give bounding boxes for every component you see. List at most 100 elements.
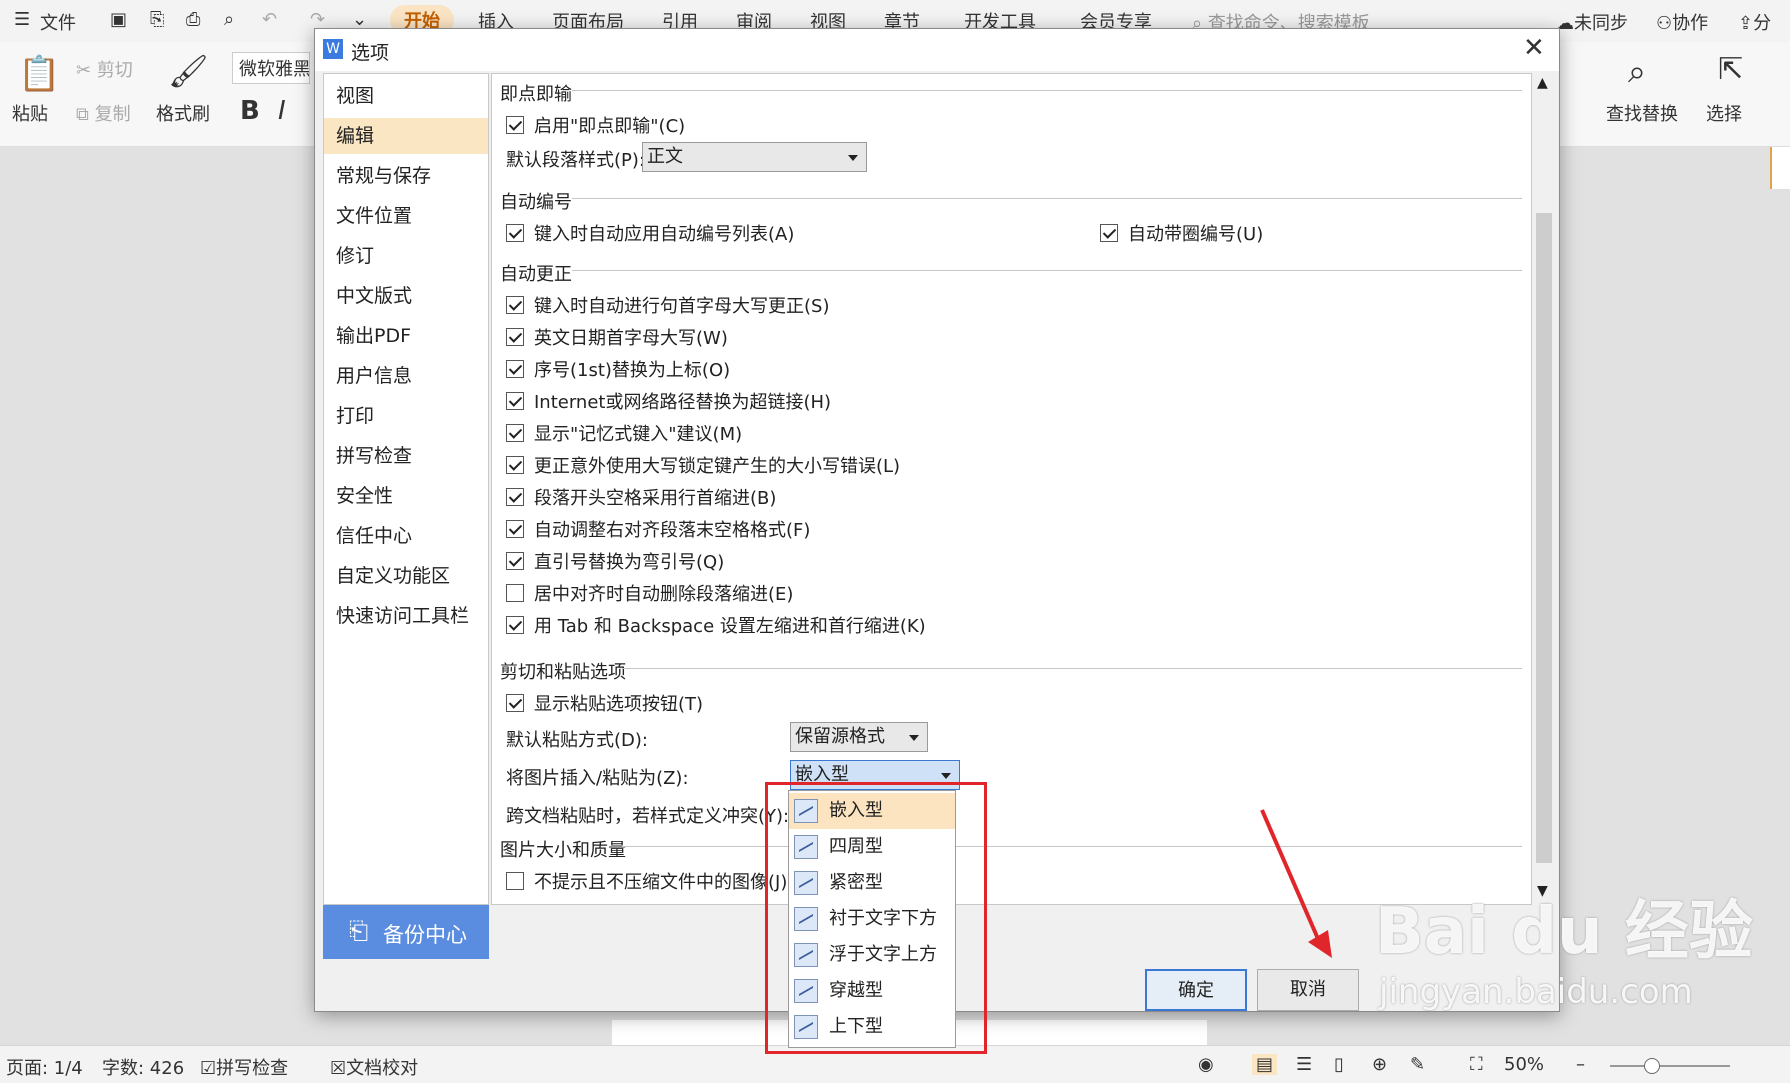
- checkbox[interactable]: [506, 296, 524, 314]
- zoom-slider-thumb[interactable]: [1644, 1058, 1660, 1074]
- copy-button[interactable]: ⧉ 复制: [76, 100, 131, 126]
- web-view-icon[interactable]: ⊕: [1372, 1054, 1387, 1075]
- nav-spell-check[interactable]: 拼写检查: [324, 438, 488, 474]
- user-add-icon: ⚇: [1656, 13, 1673, 34]
- watermark-brand: Bai du 经验: [1375, 895, 1753, 969]
- default-style-select[interactable]: 正文: [642, 142, 867, 172]
- sync-status[interactable]: ☁未同步: [1556, 9, 1628, 35]
- checkbox[interactable]: [506, 520, 524, 538]
- default-paste-select[interactable]: 保留源格式: [790, 722, 928, 752]
- checkbox[interactable]: [506, 872, 524, 890]
- word-count[interactable]: 字数: 426: [102, 1054, 184, 1080]
- export-icon[interactable]: ⎘: [150, 9, 164, 30]
- vertical-scrollbar[interactable]: ▲ ▼: [1533, 73, 1555, 905]
- baidu-watermark: Bai du 经验 jingyan.baidu.com: [1375, 880, 1785, 1040]
- checkbox[interactable]: [506, 424, 524, 442]
- page-view-icon[interactable]: ▤: [1252, 1054, 1278, 1075]
- cut-button[interactable]: ✂ 剪切: [76, 56, 133, 82]
- annotation-highlight-box: [765, 782, 987, 1054]
- checkbox[interactable]: [506, 552, 524, 570]
- nav-customize-ribbon[interactable]: 自定义功能区: [324, 558, 488, 594]
- section-title: 自动更正: [500, 264, 572, 285]
- checkbox[interactable]: [506, 584, 524, 602]
- checkbox[interactable]: [506, 392, 524, 410]
- share-icon: ⇪: [1738, 13, 1754, 34]
- checkbox-label: 键入时自动进行句首字母大写更正(S): [534, 296, 830, 317]
- checkbox-label: 用 Tab 和 Backspace 设置左缩进和首行缩进(K): [534, 616, 926, 637]
- nav-file-location[interactable]: 文件位置: [324, 198, 488, 234]
- proof-status[interactable]: ☒文档校对: [330, 1054, 418, 1080]
- share-button[interactable]: ⇪分: [1738, 9, 1771, 35]
- find-replace-button[interactable]: 查找替换: [1606, 100, 1678, 126]
- zoom-out-button[interactable]: –: [1576, 1054, 1585, 1075]
- nav-view[interactable]: 视图: [324, 78, 488, 114]
- paste-button[interactable]: 粘贴: [12, 100, 48, 126]
- page-indicator[interactable]: 页面: 1/4: [6, 1054, 83, 1080]
- fit-icon[interactable]: ⛶: [1470, 1054, 1483, 1075]
- undo-icon[interactable]: ↶: [262, 9, 277, 30]
- italic-button[interactable]: I: [278, 96, 286, 126]
- ok-button[interactable]: 确定: [1145, 969, 1247, 1011]
- nav-general-save[interactable]: 常规与保存: [324, 158, 488, 194]
- select-value: 正文: [647, 146, 683, 167]
- font-name-select[interactable]: 微软雅黑: [232, 52, 310, 84]
- nav-quick-access[interactable]: 快速访问工具栏: [324, 598, 488, 634]
- checkbox[interactable]: [506, 694, 524, 712]
- checkbox[interactable]: [506, 116, 524, 134]
- wps-logo-icon: W: [323, 39, 343, 59]
- eye-icon[interactable]: ◉: [1198, 1054, 1214, 1075]
- nav-trust-center[interactable]: 信任中心: [324, 518, 488, 554]
- cross-doc-label: 跨文档粘贴时，若样式定义冲突(Y):: [506, 806, 790, 827]
- select-button[interactable]: 选择: [1706, 100, 1742, 126]
- nav-user-info[interactable]: 用户信息: [324, 358, 488, 394]
- nav-chinese-layout[interactable]: 中文版式: [324, 278, 488, 314]
- side-panel-tab[interactable]: [1770, 147, 1790, 189]
- brush-icon[interactable]: 🖌: [168, 52, 209, 90]
- file-menu[interactable]: 文件: [40, 9, 76, 35]
- backup-center-button[interactable]: ⎗ 备份中心: [323, 905, 489, 959]
- cursor-icon[interactable]: ⇱: [1718, 52, 1743, 87]
- section-title: 剪切和粘贴选项: [500, 662, 626, 683]
- print-icon[interactable]: ⎙: [186, 9, 200, 30]
- redo-icon[interactable]: ↷: [310, 9, 325, 30]
- backup-label: 备份中心: [383, 923, 467, 947]
- pen-icon[interactable]: ✎: [1410, 1054, 1425, 1075]
- hamburger-icon[interactable]: ☰: [14, 9, 30, 30]
- nav-export-pdf[interactable]: 输出PDF: [324, 318, 488, 354]
- scroll-thumb[interactable]: [1536, 213, 1552, 863]
- checkbox[interactable]: [506, 224, 524, 242]
- checkbox-label: 自动调整右对齐段落末空格格式(F): [534, 520, 811, 541]
- checkbox[interactable]: [506, 616, 524, 634]
- nav-edit[interactable]: 编辑: [324, 118, 488, 154]
- collab-button[interactable]: ⚇协作: [1656, 9, 1708, 35]
- cancel-button[interactable]: 取消: [1257, 969, 1359, 1011]
- read-view-icon[interactable]: ▯: [1334, 1054, 1344, 1075]
- chevron-down-icon: [909, 735, 919, 741]
- preview-icon[interactable]: ⌕: [224, 9, 234, 30]
- more-icon[interactable]: ⌄: [352, 9, 367, 30]
- checkbox[interactable]: [506, 456, 524, 474]
- copy-icon: ⧉: [76, 104, 95, 125]
- collab-label: 协作: [1672, 13, 1709, 34]
- nav-revision[interactable]: 修订: [324, 238, 488, 274]
- scroll-up-icon[interactable]: ▲: [1537, 75, 1548, 91]
- save-icon[interactable]: ▣: [110, 9, 127, 30]
- checkbox[interactable]: [506, 360, 524, 378]
- checkbox[interactable]: [506, 488, 524, 506]
- outline-view-icon[interactable]: ☰: [1296, 1054, 1312, 1075]
- find-icon[interactable]: ⌕: [1628, 52, 1646, 91]
- chevron-down-icon: [941, 773, 951, 779]
- checkbox[interactable]: [506, 328, 524, 346]
- checkbox[interactable]: [1100, 224, 1118, 242]
- zoom-slider[interactable]: [1610, 1065, 1730, 1067]
- format-painter-button[interactable]: 格式刷: [156, 100, 210, 126]
- nav-security[interactable]: 安全性: [324, 478, 488, 514]
- bold-button[interactable]: B: [240, 96, 260, 126]
- paste-icon[interactable]: 📋: [18, 54, 60, 94]
- nav-print[interactable]: 打印: [324, 398, 488, 434]
- default-paste-label: 默认粘贴方式(D):: [506, 730, 648, 751]
- copy-label: 复制: [94, 104, 131, 125]
- close-icon[interactable]: ✕: [1523, 33, 1545, 63]
- zoom-level[interactable]: 50%: [1504, 1054, 1544, 1075]
- spell-check-status[interactable]: ☑拼写检查: [200, 1054, 288, 1080]
